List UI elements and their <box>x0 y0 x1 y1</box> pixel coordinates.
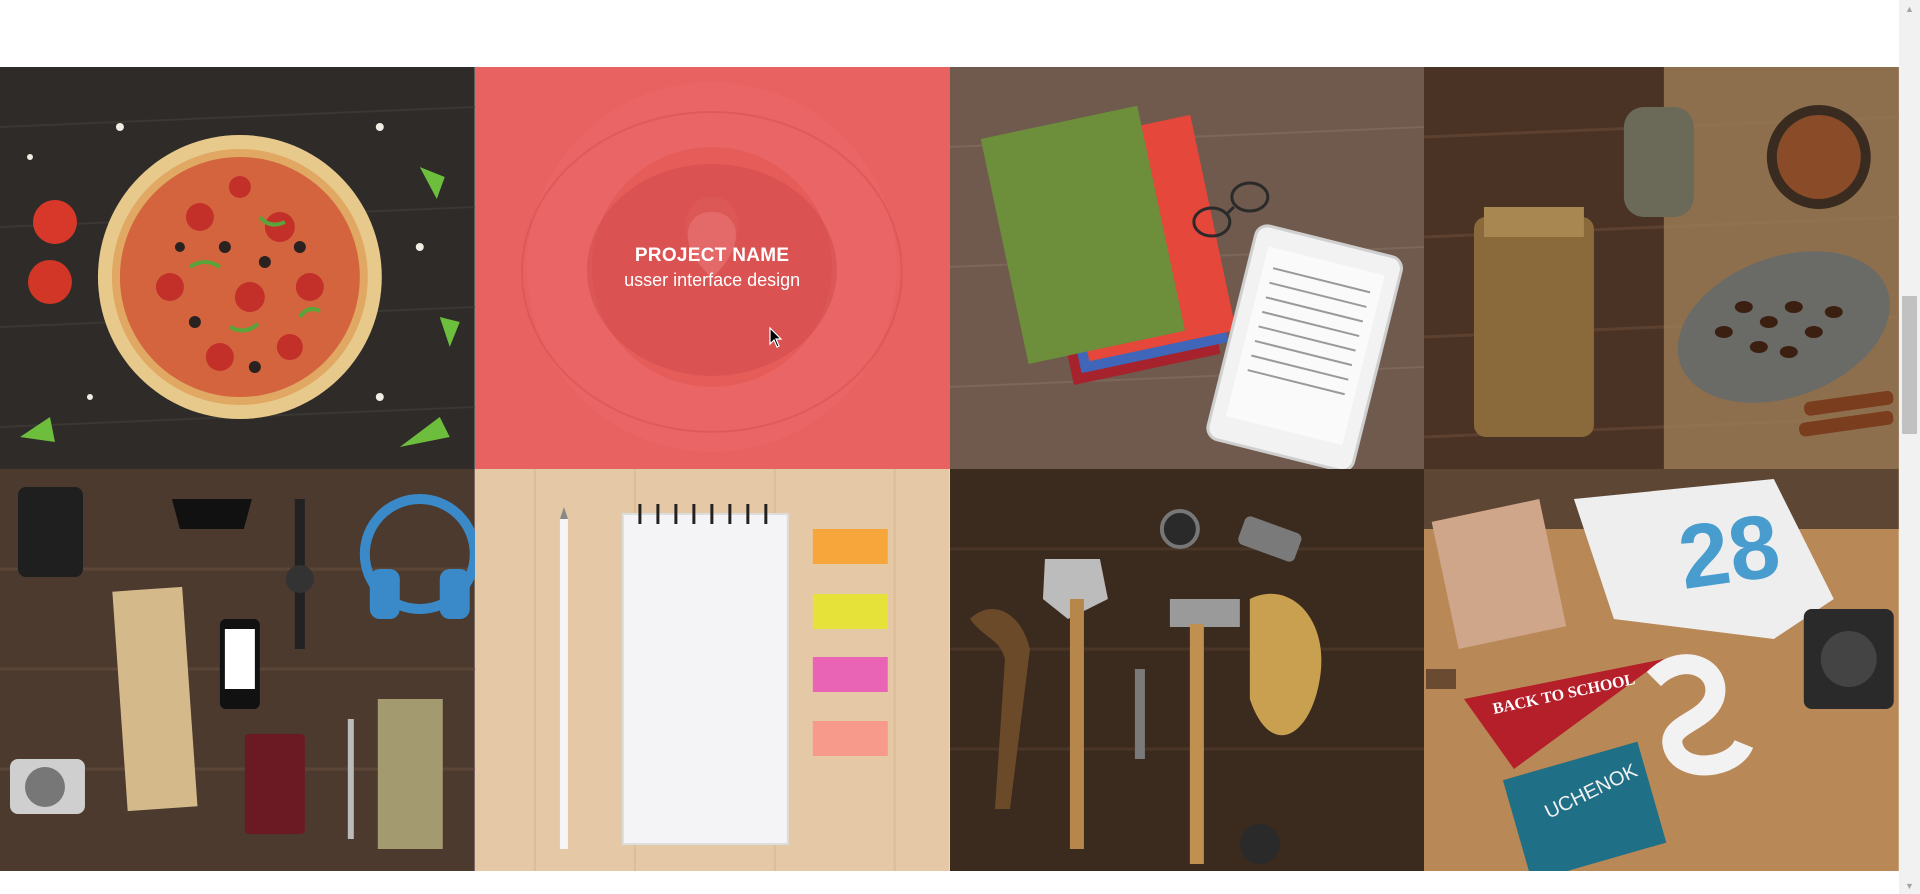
notepad-image <box>474 469 950 871</box>
portfolio-item-books[interactable] <box>949 67 1425 469</box>
coffee-beans-image <box>1424 67 1899 469</box>
books-ereader-image <box>949 67 1425 469</box>
vintage-tools-image <box>949 469 1425 871</box>
mouse-pointer-icon <box>769 327 783 348</box>
portfolio-item-latte[interactable]: PROJECT NAME usser interface design <box>474 67 950 469</box>
project-category: usser interface design <box>624 270 801 290</box>
portfolio-item-coffee[interactable] <box>1424 67 1899 469</box>
portfolio-item-tools[interactable] <box>949 469 1425 871</box>
portfolio-grid: PROJECT NAME usser interface design 28 B… <box>0 67 1899 871</box>
project-name: PROJECT NAME <box>634 245 790 266</box>
tshirt-number: 28 <box>1673 496 1786 609</box>
hover-overlay[interactable]: PROJECT NAME usser interface design <box>474 67 950 469</box>
portfolio-item-school[interactable]: 28 BACK TO SCHOOL UCHENOK <box>1424 469 1899 871</box>
triangle-down-icon[interactable]: ▼ <box>1899 877 1920 894</box>
portfolio-item-travel[interactable] <box>0 469 475 871</box>
travel-flatlay-image <box>0 469 475 871</box>
portfolio-item-notepad[interactable] <box>474 469 950 871</box>
back-to-school-image: 28 BACK TO SCHOOL UCHENOK <box>1424 469 1899 871</box>
pizza-image <box>0 67 475 469</box>
page: PROJECT NAME usser interface design 28 B… <box>0 0 1899 894</box>
vertical-scrollbar[interactable]: ▲ ▼ <box>1899 0 1920 894</box>
portfolio-item-pizza[interactable] <box>0 67 475 469</box>
scrollbar-thumb[interactable] <box>1902 296 1917 434</box>
triangle-up-icon[interactable]: ▲ <box>1899 0 1920 17</box>
project-caption: PROJECT NAME usser interface design <box>624 245 800 291</box>
